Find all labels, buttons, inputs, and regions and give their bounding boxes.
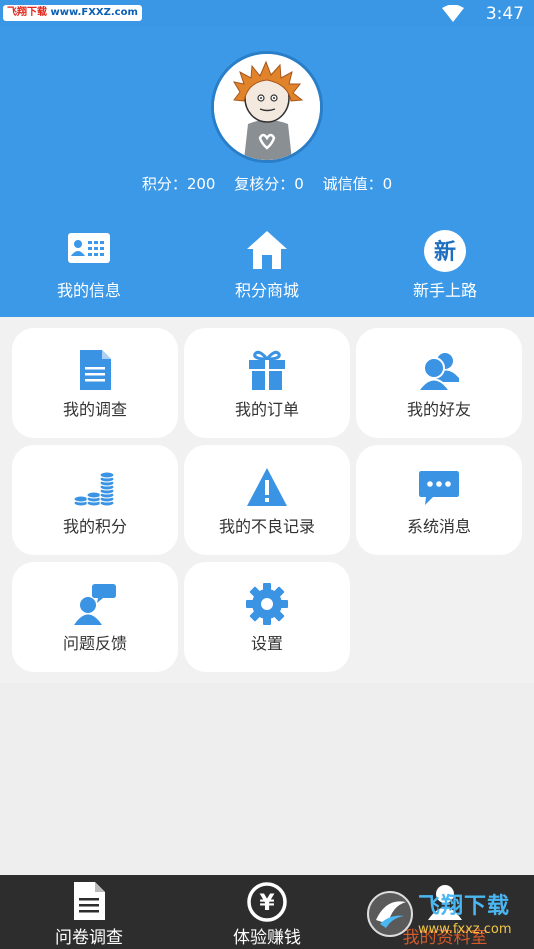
tab-earn-label: 体验赚钱 — [233, 928, 301, 948]
svg-text:¥: ¥ — [259, 891, 275, 916]
message-icon — [419, 471, 459, 505]
menu-my-orders-label: 我的订单 — [234, 400, 299, 419]
watermark-logo-url: www.fxxz.com — [418, 922, 512, 937]
quick-beginner-guide[interactable]: 新 新手上路 — [356, 227, 534, 307]
menu-my-friends-label: 我的好友 — [406, 400, 471, 419]
watermark-logo-title: 飞翔下载 — [418, 894, 511, 919]
watermark-badge: 飞翔下载 www.FXXZ.com — [3, 5, 142, 21]
menu-bad-records[interactable]: 我的不良记录 — [184, 445, 350, 555]
avatar[interactable] — [211, 51, 323, 163]
document-icon — [74, 882, 105, 920]
menu-my-survey[interactable]: 我的调查 — [12, 328, 178, 438]
gift-icon — [249, 350, 285, 390]
feedback-icon — [74, 584, 116, 625]
new-badge-icon: 新 — [424, 230, 466, 272]
id-card-icon — [68, 233, 110, 263]
menu-system-messages[interactable]: 系统消息 — [356, 445, 522, 555]
menu-my-points[interactable]: 我的积分 — [12, 445, 178, 555]
menu-feedback-label: 问题反馈 — [62, 634, 127, 653]
menu-my-orders[interactable]: 我的订单 — [184, 328, 350, 438]
status-bar: 飞翔下载 www.FXXZ.com 3:47 — [0, 0, 534, 27]
status-time: 3:47 — [485, 4, 524, 24]
tab-survey-label: 问卷调查 — [55, 928, 123, 948]
tab-earn[interactable]: ¥ 体验赚钱 — [178, 875, 356, 949]
score-summary: 积分：200 复核分：0 诚信值：0 — [0, 173, 534, 194]
watermark-logo-icon — [367, 891, 413, 937]
document-icon — [80, 350, 111, 390]
tab-survey[interactable]: 问卷调查 — [0, 875, 178, 949]
menu-my-points-label: 我的积分 — [62, 517, 127, 536]
wifi-icon — [442, 5, 464, 22]
watermark-logo: 飞翔下载 www.fxxz.com — [366, 886, 530, 946]
avatar-illustration — [214, 54, 320, 160]
menu-bad-records-label: 我的不良记录 — [218, 517, 315, 536]
gear-icon — [246, 583, 288, 625]
coins-icon — [73, 471, 115, 507]
menu-my-friends[interactable]: 我的好友 — [356, 328, 522, 438]
yen-icon: ¥ — [247, 882, 287, 922]
points-value: 积分：200 — [141, 175, 216, 193]
review-points-value: 复核分：0 — [234, 175, 304, 193]
quick-my-info[interactable]: 我的信息 — [0, 227, 178, 307]
menu-settings[interactable]: 设置 — [184, 562, 350, 672]
quick-points-mall-label: 积分商城 — [234, 281, 299, 300]
svg-text:新: 新 — [434, 239, 456, 265]
menu-my-survey-label: 我的调查 — [62, 400, 127, 419]
warning-icon — [247, 468, 287, 506]
quick-my-info-label: 我的信息 — [56, 281, 121, 300]
credit-value: 诚信值：0 — [322, 175, 393, 193]
quick-beginner-guide-label: 新手上路 — [412, 281, 477, 300]
menu-feedback[interactable]: 问题反馈 — [12, 562, 178, 672]
profile-header: 积分：200 复核分：0 诚信值：0 我的信息 积分商城 新 新手上路 — [0, 27, 534, 317]
menu-system-messages-label: 系统消息 — [406, 517, 471, 536]
menu-grid: 我的调查 我的订单 我的好友 我的积分 我的不良记录 系统消息 问题反馈 设置 — [0, 317, 534, 683]
menu-settings-label: 设置 — [250, 634, 283, 653]
home-icon — [247, 231, 287, 269]
quick-points-mall[interactable]: 积分商城 — [178, 227, 356, 307]
friends-icon — [417, 353, 459, 392]
